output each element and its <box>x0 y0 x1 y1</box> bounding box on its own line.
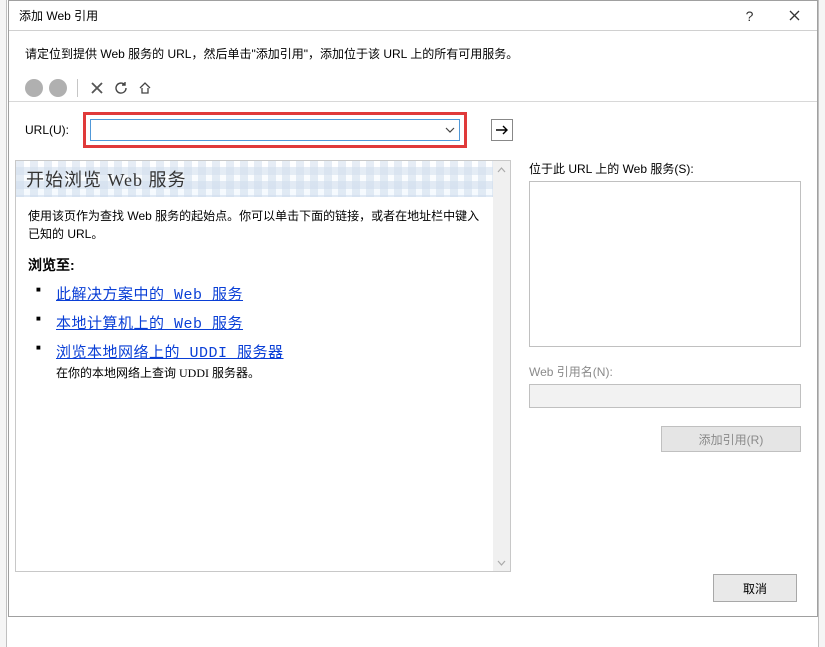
list-item: 此解决方案中的 Web 服务 <box>46 279 493 308</box>
scroll-up-button[interactable] <box>493 161 510 178</box>
refname-label: Web 引用名(N): <box>529 363 801 380</box>
chevron-down-icon <box>445 127 455 133</box>
list-item: 本地计算机上的 Web 服务 <box>46 308 493 337</box>
browse-description: 使用该页作为查找 Web 服务的起始点。你可以单击下面的链接，或者在地址栏中键入… <box>16 197 493 249</box>
go-button[interactable] <box>491 119 513 141</box>
forward-button[interactable] <box>49 79 67 97</box>
link-solution-services[interactable]: 此解决方案中的 Web 服务 <box>56 287 243 304</box>
chevron-down-icon <box>497 560 506 566</box>
help-button[interactable]: ? <box>727 1 772 30</box>
browse-heading: 开始浏览 Web 服务 <box>26 166 187 192</box>
url-dropdown-button[interactable] <box>441 120 459 140</box>
scroll-down-button[interactable] <box>493 554 510 571</box>
browse-link-list: 此解决方案中的 Web 服务 本地计算机上的 Web 服务 浏览本地网络上的 U… <box>16 279 493 385</box>
cancel-button[interactable]: 取消 <box>713 574 797 602</box>
browse-section-label: 浏览至: <box>16 249 493 279</box>
chevron-up-icon <box>497 167 506 173</box>
stop-icon <box>90 81 104 95</box>
refresh-icon <box>114 81 128 95</box>
bg-strip-right <box>818 0 825 647</box>
home-button[interactable] <box>136 79 154 97</box>
home-icon <box>138 81 152 95</box>
browse-heading-bar: 开始浏览 Web 服务 <box>16 161 493 197</box>
window-title: 添加 Web 引用 <box>19 7 727 24</box>
list-item: 浏览本地网络上的 UDDI 服务器 在你的本地网络上查询 UDDI 服务器。 <box>46 337 493 385</box>
close-icon <box>789 10 800 21</box>
titlebar: 添加 Web 引用 ? <box>9 1 817 31</box>
go-arrow-icon <box>495 125 509 135</box>
url-row: URL(U): <box>9 102 817 160</box>
services-listbox[interactable] <box>529 181 801 347</box>
close-button[interactable] <box>772 1 817 30</box>
link-local-services[interactable]: 本地计算机上的 Web 服务 <box>56 316 243 333</box>
browser-toolbar <box>9 74 817 102</box>
stop-button[interactable] <box>88 79 106 97</box>
bg-strip-left <box>0 0 7 647</box>
link-uddi-sub: 在你的本地网络上查询 UDDI 服务器。 <box>56 364 493 381</box>
url-highlight-frame <box>83 112 467 148</box>
instruction-text: 请定位到提供 Web 服务的 URL，然后单击"添加引用"，添加位于该 URL … <box>9 31 817 74</box>
add-reference-button: 添加引用(R) <box>661 426 801 452</box>
refname-input <box>529 384 801 408</box>
services-label: 位于此 URL 上的 Web 服务(S): <box>529 160 801 177</box>
scroll-track[interactable] <box>493 178 510 554</box>
browse-pane: 开始浏览 Web 服务 使用该页作为查找 Web 服务的起始点。你可以单击下面的… <box>15 160 511 572</box>
dialog-footer: 取消 <box>713 574 797 602</box>
url-label: URL(U): <box>25 123 75 137</box>
refresh-button[interactable] <box>112 79 130 97</box>
browse-content: 开始浏览 Web 服务 使用该页作为查找 Web 服务的起始点。你可以单击下面的… <box>16 161 493 571</box>
body-columns: 开始浏览 Web 服务 使用该页作为查找 Web 服务的起始点。你可以单击下面的… <box>9 160 817 584</box>
link-uddi-servers[interactable]: 浏览本地网络上的 UDDI 服务器 <box>56 345 284 362</box>
url-combobox[interactable] <box>90 119 460 141</box>
vertical-scrollbar[interactable] <box>493 161 510 571</box>
right-column: 位于此 URL 上的 Web 服务(S): Web 引用名(N): 添加引用(R… <box>511 160 801 572</box>
add-web-reference-dialog: 添加 Web 引用 ? 请定位到提供 Web 服务的 URL，然后单击"添加引用… <box>8 0 818 617</box>
url-input[interactable] <box>91 120 441 140</box>
toolbar-separator <box>77 79 78 97</box>
back-button[interactable] <box>25 79 43 97</box>
